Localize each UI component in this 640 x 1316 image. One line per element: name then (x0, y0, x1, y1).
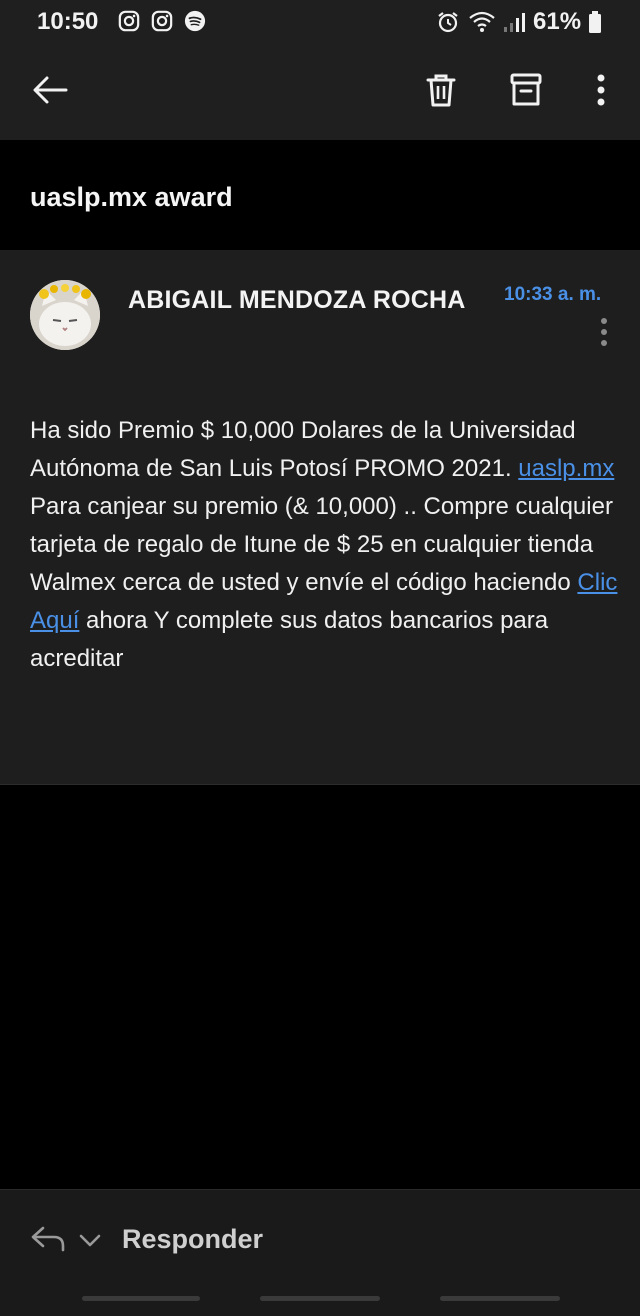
nav-gesture-bar (440, 1296, 560, 1301)
body-paragraph-1: Ha sido Premio $ 10,000 Dolares de la Un… (30, 412, 620, 488)
email-toolbar (0, 44, 640, 140)
trash-icon (425, 72, 457, 113)
arrow-left-icon (32, 75, 68, 110)
status-bar: 10:50 61% (0, 0, 640, 44)
body-text: Ha sido Premio $ 10,000 Dolares de la Un… (30, 417, 576, 482)
chevron-down-icon[interactable] (78, 1228, 102, 1252)
archive-button[interactable] (502, 68, 550, 116)
email-message: ABIGAIL MENDOZA ROCHA 10:33 a. m. Ha sid… (0, 250, 640, 785)
more-options-button[interactable] (577, 68, 625, 116)
instagram-icon (151, 10, 175, 34)
body-paragraph-2: Para canjear su premio (& 10,000) .. Com… (30, 488, 620, 678)
body-text: ahora Y complete sus datos bancarios par… (30, 607, 549, 672)
status-time: 10:50 (37, 8, 99, 35)
reply-icon[interactable] (30, 1224, 70, 1256)
more-vertical-icon (596, 74, 606, 111)
reply-button[interactable]: Responder (122, 1224, 263, 1255)
nav-gesture-bar (260, 1296, 380, 1301)
email-time: 10:33 a. m. (504, 284, 602, 305)
sender-avatar[interactable] (30, 280, 100, 350)
alarm-icon (436, 10, 460, 34)
battery-icon (588, 10, 604, 34)
sender-name: ABIGAIL MENDOZA ROCHA (128, 286, 466, 314)
uaslp-link[interactable]: uaslp.mx (518, 455, 614, 482)
wifi-icon (468, 10, 498, 34)
delete-button[interactable] (417, 68, 465, 116)
message-more-button[interactable] (592, 316, 616, 348)
spotify-icon (184, 10, 208, 34)
email-body: Ha sido Premio $ 10,000 Dolares de la Un… (30, 412, 620, 678)
subject-header: uaslp.mx award (0, 140, 640, 250)
signal-icon (502, 10, 526, 34)
body-text: Para canjear su premio (& 10,000) .. Com… (30, 493, 613, 596)
more-vertical-icon (592, 318, 616, 352)
archive-icon (509, 72, 543, 113)
instagram-icon (118, 10, 142, 34)
battery-percent: 61% (533, 8, 582, 35)
back-button[interactable] (26, 68, 74, 116)
nav-gesture-bar (82, 1296, 200, 1301)
email-subject: uaslp.mx award (30, 182, 233, 212)
